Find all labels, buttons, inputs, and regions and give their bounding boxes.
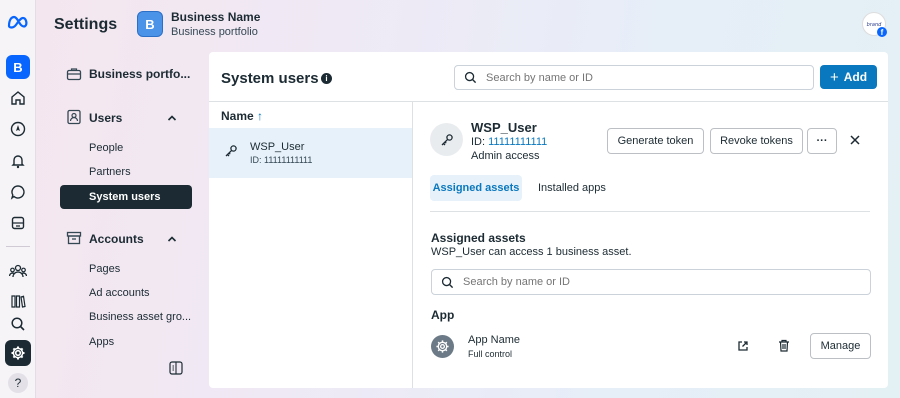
header-divider	[209, 101, 888, 102]
app-control-level: Full control	[468, 349, 513, 359]
bell-icon[interactable]	[6, 149, 30, 173]
manage-button[interactable]: Manage	[810, 333, 871, 359]
people-group-icon[interactable]	[6, 259, 30, 283]
portfolio-subtitle: Business portfolio	[171, 26, 258, 38]
briefcase-icon	[66, 66, 82, 82]
search-icon[interactable]	[6, 312, 30, 336]
help-icon[interactable]: ?	[8, 373, 28, 393]
gear-icon[interactable]	[5, 340, 31, 366]
sidebar-item-pages[interactable]: Pages	[89, 263, 120, 275]
sidebar-item-system-users[interactable]: System users	[89, 191, 161, 203]
key-icon	[224, 144, 238, 158]
column-header-name[interactable]: Name	[221, 109, 254, 123]
portfolio-badge[interactable]: B	[137, 11, 163, 37]
sidebar-section-accounts[interactable]: Accounts	[89, 232, 144, 246]
collapse-sidebar-icon[interactable]	[169, 361, 183, 375]
sort-arrow-icon[interactable]: ↑	[257, 109, 263, 123]
system-users-panel: System users i + Add Name ↑ WSP_User ID:…	[209, 52, 888, 388]
chevron-up-icon[interactable]	[166, 233, 178, 245]
portfolio-name[interactable]: Business Name	[171, 10, 260, 24]
sidebar-item-ad-accounts[interactable]: Ad accounts	[89, 287, 150, 299]
business-badge[interactable]: B	[6, 55, 30, 79]
chevron-up-icon[interactable]	[166, 112, 178, 124]
external-link-icon[interactable]	[737, 340, 749, 352]
app-heading: App	[431, 308, 455, 322]
search-icon	[464, 71, 477, 84]
app-name: App Name	[468, 334, 520, 346]
trash-icon[interactable]	[778, 339, 790, 352]
detail-user-name: WSP_User	[471, 120, 537, 135]
tab-installed-apps[interactable]: Installed apps	[538, 175, 606, 201]
home-icon[interactable]	[6, 86, 30, 110]
page-title: Settings	[54, 16, 118, 33]
search-field[interactable]	[486, 71, 746, 84]
library-icon[interactable]	[6, 289, 30, 313]
meta-logo-icon[interactable]	[6, 10, 30, 34]
compass-icon[interactable]	[6, 117, 30, 141]
chat-bubble-icon[interactable]	[6, 180, 30, 204]
tab-assigned-assets[interactable]: Assigned assets	[430, 175, 522, 201]
sidebar-item-apps[interactable]: Apps	[89, 336, 114, 348]
tabs-divider	[430, 211, 870, 212]
info-icon[interactable]: i	[321, 73, 332, 84]
settings-sidebar: Business portfo... Users People Partners…	[36, 52, 206, 398]
assets-search-field[interactable]	[463, 276, 723, 288]
facebook-icon: f	[877, 27, 887, 37]
app-gear-icon	[431, 335, 454, 358]
section-title: Assigned assets	[431, 231, 526, 245]
search-icon	[441, 276, 454, 288]
sidebar-item-business-asset-groups[interactable]: Business asset gro...	[89, 311, 191, 323]
row-user-name: WSP_User	[250, 141, 305, 153]
sidebar-section-users[interactable]: Users	[89, 111, 122, 125]
detail-user-id: ID: 11111111111	[471, 136, 548, 148]
generate-token-button[interactable]: Generate token	[607, 128, 704, 154]
detail-access-level: Admin access	[471, 150, 540, 162]
users-id-icon	[66, 109, 82, 125]
rail-divider	[6, 246, 30, 247]
assets-search-input[interactable]	[431, 269, 871, 295]
archive-box-icon	[66, 230, 82, 246]
global-nav-rail: B ?	[0, 0, 36, 398]
revoke-tokens-button[interactable]: Revoke tokens	[710, 128, 803, 154]
sidebar-item-business-portfolio[interactable]: Business portfo...	[89, 67, 190, 81]
more-options-button[interactable]: ···	[807, 128, 837, 154]
row-user-id: ID: 11111111111	[250, 155, 313, 165]
system-user-avatar	[430, 123, 463, 156]
sidebar-item-partners[interactable]: Partners	[89, 166, 131, 178]
panel-title: System users	[221, 70, 319, 87]
sidebar-item-people[interactable]: People	[89, 142, 123, 154]
close-icon[interactable]	[849, 134, 861, 146]
plus-icon: +	[829, 68, 839, 86]
pages-icon[interactable]	[6, 211, 30, 235]
column-divider	[412, 101, 413, 388]
table-row[interactable]: WSP_User ID: 11111111111	[209, 128, 412, 178]
add-button[interactable]: + Add	[820, 65, 877, 89]
section-subtitle: WSP_User can access 1 business asset.	[431, 246, 632, 258]
search-input-main[interactable]	[454, 65, 814, 90]
key-icon	[441, 133, 453, 145]
add-button-label: Add	[843, 70, 868, 84]
detail-user-id-value[interactable]: 11111111111	[488, 136, 547, 148]
